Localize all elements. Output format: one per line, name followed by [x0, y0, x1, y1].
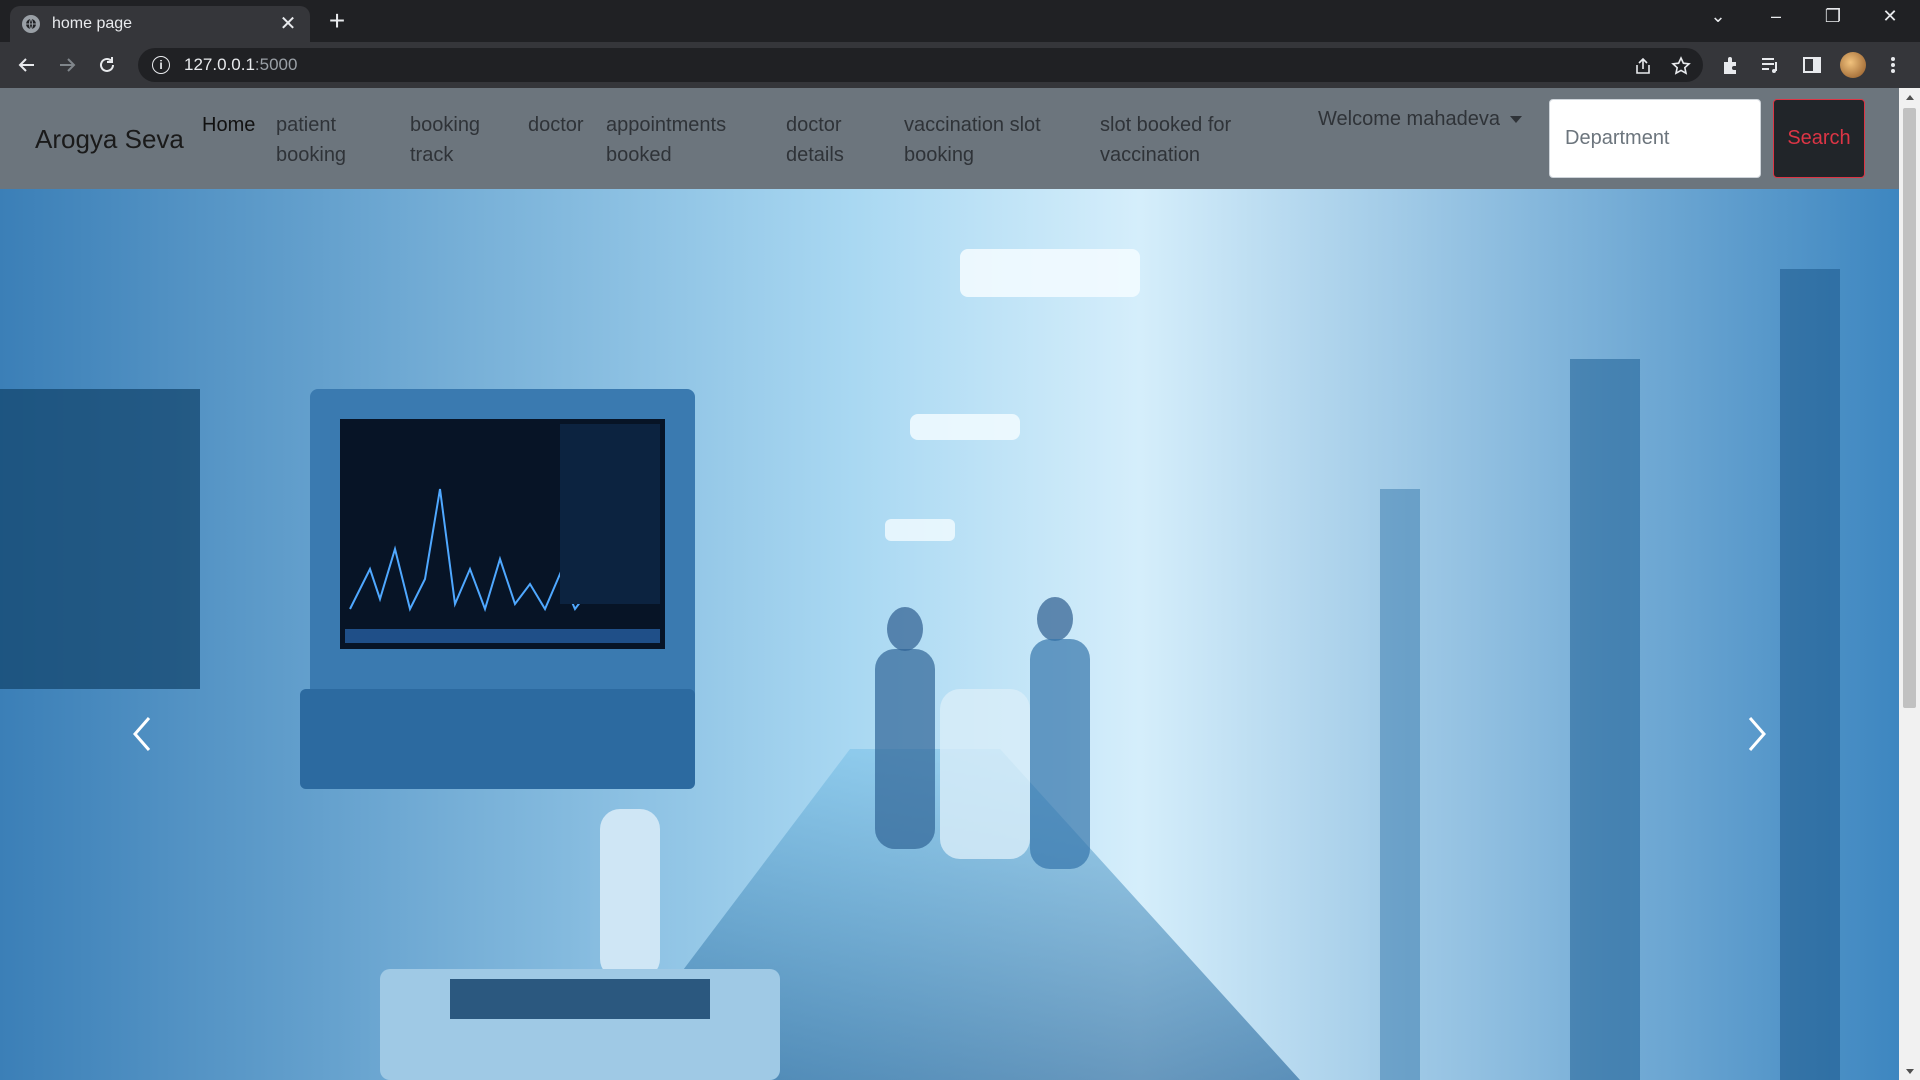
scroll-thumb[interactable]	[1903, 108, 1916, 708]
close-window-icon[interactable]: ✕	[1878, 6, 1902, 27]
nav-booking-track[interactable]: booking track	[410, 110, 500, 170]
nav-doctor[interactable]: doctor	[528, 110, 584, 140]
browser-toolbar: i 127.0.0.1:5000	[0, 42, 1920, 88]
side-panel-icon[interactable]	[1801, 54, 1823, 76]
minimize-icon[interactable]: –	[1764, 6, 1788, 27]
nav-appointments-booked[interactable]: appointments booked	[606, 110, 756, 170]
search-button[interactable]: Search	[1773, 99, 1865, 178]
brand-logo[interactable]: Arogya Seva	[35, 124, 184, 155]
new-tab-icon[interactable]: +	[325, 7, 349, 35]
nav-slot-booked-for-vaccination[interactable]: slot booked for vaccination	[1100, 110, 1280, 170]
scroll-up-icon[interactable]	[1899, 88, 1920, 105]
scroll-down-icon[interactable]	[1899, 1063, 1920, 1080]
extensions-icon[interactable]	[1720, 54, 1742, 76]
carousel-prev-button[interactable]	[122, 709, 162, 759]
chevron-right-icon	[1748, 717, 1766, 751]
nav-doctor-details[interactable]: doctor details	[786, 110, 866, 170]
media-queue-icon[interactable]	[1759, 54, 1781, 76]
globe-icon	[22, 15, 40, 33]
department-search-input[interactable]	[1549, 99, 1761, 178]
page-viewport: Arogya Seva Home patient booking booking…	[0, 88, 1920, 1080]
forward-icon[interactable]	[54, 52, 80, 78]
carousel-next-button[interactable]	[1737, 709, 1777, 759]
restore-icon[interactable]: ❐	[1821, 6, 1845, 27]
profile-avatar[interactable]	[1840, 52, 1866, 78]
site-info-icon[interactable]: i	[152, 56, 170, 74]
bookmark-star-icon[interactable]	[1671, 56, 1691, 76]
hospital-corridor-image	[0, 189, 1899, 1080]
site-navbar: Arogya Seva Home patient booking booking…	[0, 88, 1899, 189]
caret-down-icon	[1509, 116, 1522, 123]
share-icon[interactable]	[1633, 56, 1653, 76]
tab-search-icon[interactable]: ⌄	[1706, 6, 1730, 27]
menu-kebab-icon[interactable]	[1882, 54, 1904, 76]
vertical-scrollbar[interactable]	[1899, 88, 1920, 1080]
close-tab-icon[interactable]: ✕	[278, 14, 298, 34]
chevron-left-icon	[133, 717, 151, 751]
tab-title: home page	[52, 15, 133, 32]
url-host: 127.0.0.1	[184, 55, 255, 74]
reload-icon[interactable]	[94, 52, 120, 78]
url-port: :5000	[254, 55, 298, 74]
nav-home[interactable]: Home	[202, 110, 255, 140]
address-bar[interactable]: i 127.0.0.1:5000	[138, 48, 1703, 82]
browser-tab[interactable]: home page ✕	[10, 6, 310, 42]
nav-vaccination-slot-booking[interactable]: vaccination slot booking	[904, 110, 1064, 170]
hero-carousel	[0, 189, 1899, 1080]
user-menu-dropdown[interactable]: Welcome mahadeva	[1318, 108, 1522, 131]
back-icon[interactable]	[14, 52, 40, 78]
user-menu-label: Welcome mahadeva	[1318, 108, 1500, 130]
nav-patient-booking[interactable]: patient booking	[276, 110, 396, 170]
browser-tab-strip: home page ✕ + ⌄ – ❐ ✕	[0, 0, 1920, 42]
